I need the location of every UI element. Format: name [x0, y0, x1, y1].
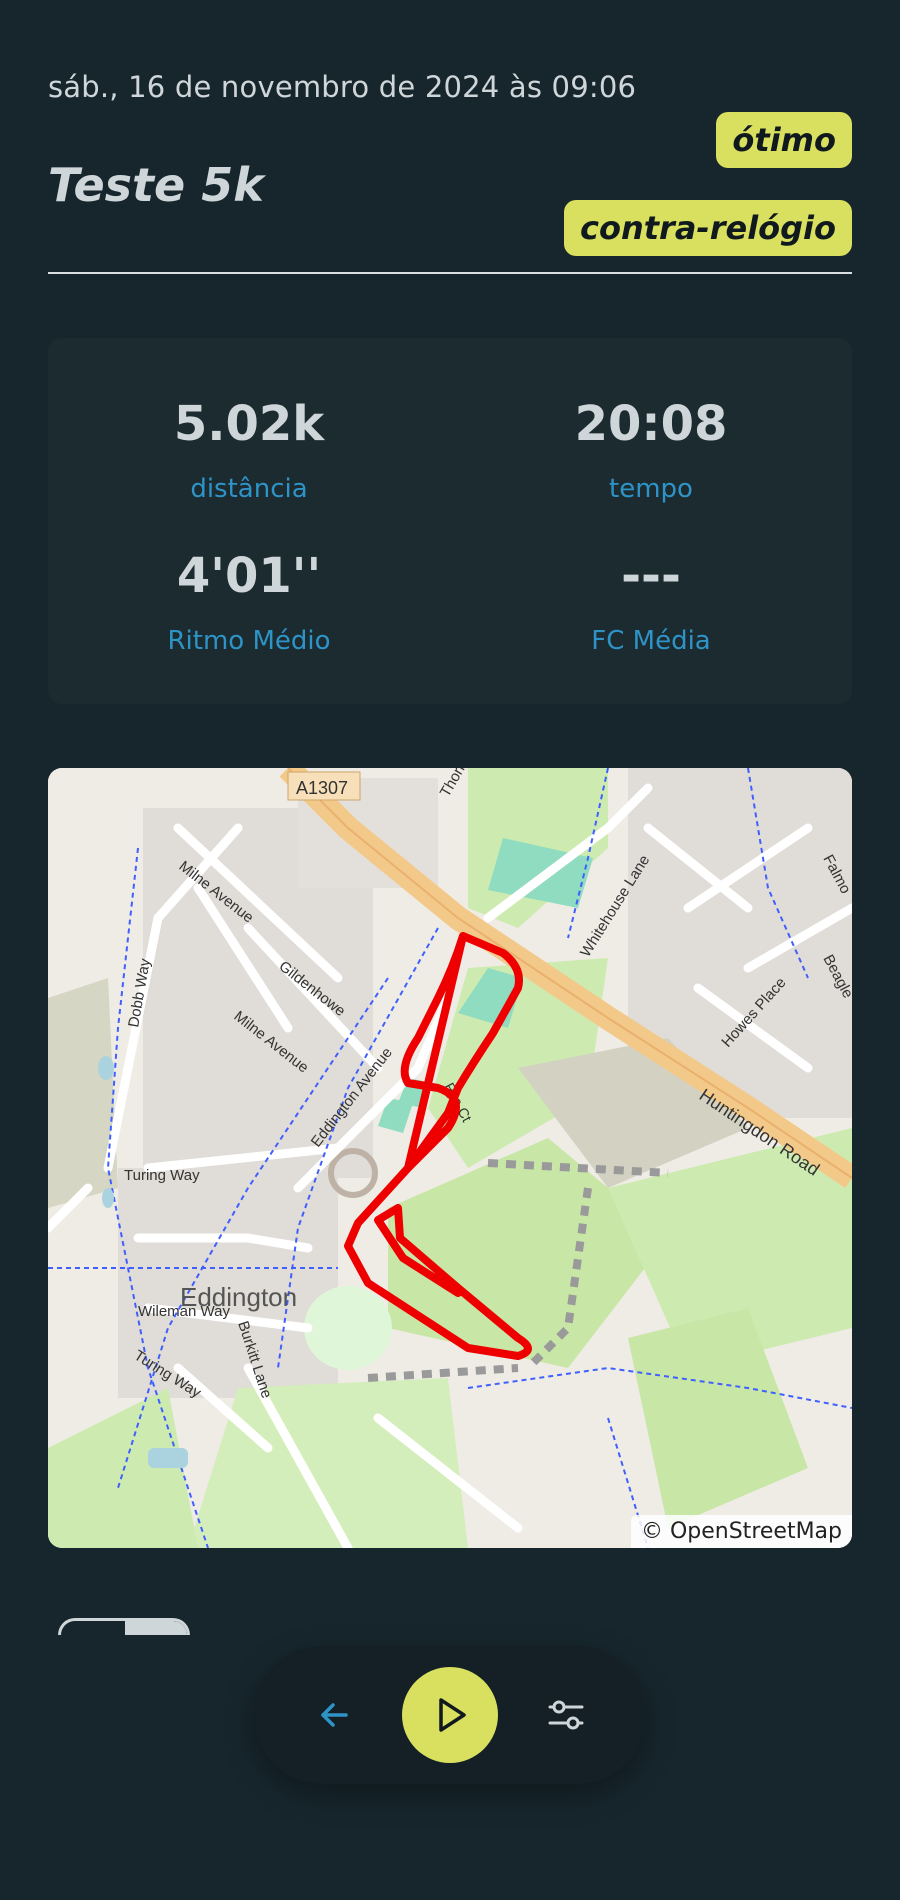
- stat-heart-rate: --- FC Média: [450, 546, 852, 656]
- route-map[interactable]: A1307 Huntingdon Road Milne Avenue Milne…: [48, 768, 852, 1548]
- filter-button[interactable]: [536, 1685, 596, 1745]
- sliders-icon: [548, 1700, 584, 1730]
- map-label-a1307: A1307: [296, 778, 348, 798]
- stats-card: 5.02k distância 20:08 tempo 4'01'' Ritmo…: [48, 338, 852, 704]
- stat-time-label: tempo: [609, 474, 693, 504]
- stat-time-value: 20:08: [574, 396, 728, 452]
- stat-distance-value: 5.02k: [173, 396, 325, 452]
- activity-datetime: sáb., 16 de novembro de 2024 às 09:06: [48, 70, 637, 104]
- activity-title: Teste 5k: [48, 158, 264, 212]
- stat-time: 20:08 tempo: [450, 394, 852, 504]
- toggle-peek[interactable]: [58, 1618, 190, 1635]
- tag-badge-type: contra-relógio: [564, 200, 852, 256]
- header-divider: [48, 272, 852, 274]
- back-button[interactable]: [304, 1685, 364, 1745]
- stat-distance-label: distância: [190, 474, 308, 504]
- tag-badge-quality: ótimo: [716, 112, 852, 168]
- stat-distance: 5.02k distância: [48, 394, 450, 504]
- play-icon: [439, 1698, 466, 1732]
- stat-pace-value: 4'01'': [176, 548, 322, 604]
- map-label-street6: Turing Way: [124, 1167, 200, 1184]
- bottom-nav-bar: [254, 1646, 646, 1784]
- map-label-place: Eddington: [180, 1282, 297, 1312]
- stat-heart-rate-label: FC Média: [591, 626, 711, 656]
- map-attribution[interactable]: © OpenStreetMap: [630, 1515, 852, 1548]
- stat-heart-rate-value: ---: [621, 548, 681, 604]
- play-button[interactable]: [402, 1667, 498, 1763]
- map-canvas[interactable]: A1307 Huntingdon Road Milne Avenue Milne…: [48, 768, 852, 1548]
- stat-pace-label: Ritmo Médio: [167, 626, 331, 656]
- stat-pace: 4'01'' Ritmo Médio: [48, 546, 450, 656]
- arrow-left-icon: [321, 1703, 348, 1727]
